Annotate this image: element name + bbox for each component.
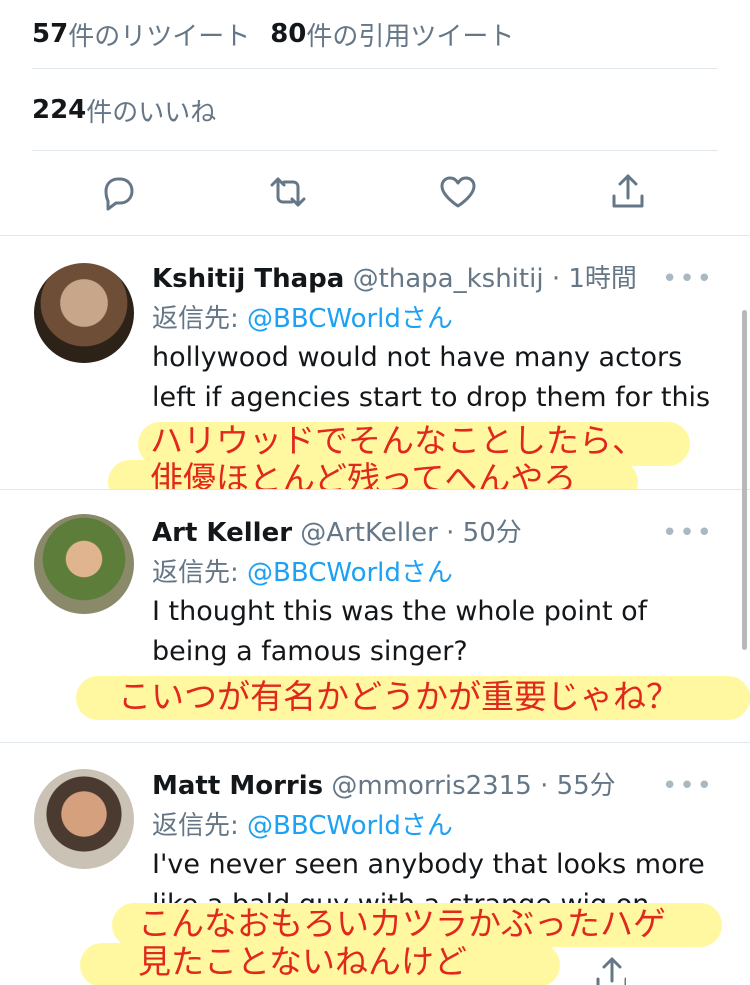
- tweet-time: · 1時間: [551, 264, 637, 294]
- tweet-action-bar: [0, 150, 750, 236]
- reply-mention-link[interactable]: @BBCWorldさん: [247, 558, 453, 588]
- retweets-count[interactable]: 57: [32, 19, 68, 49]
- reply-to-label: 返信先:: [152, 811, 248, 841]
- author-name[interactable]: Kshitij Thapa: [152, 264, 344, 294]
- author-handle[interactable]: @ArtKeller: [300, 518, 438, 548]
- reply-to-label: 返信先:: [152, 558, 248, 588]
- tweet-time: · 50分: [446, 518, 522, 548]
- tweet-text: hollywood would not have many actors lef…: [152, 342, 711, 413]
- tweet-text: I thought this was the whole point of be…: [152, 596, 648, 667]
- tweet-header: Kshitij Thapa @thapa_kshitij · 1時間: [152, 258, 637, 295]
- retweets-label[interactable]: 件のリツイート: [68, 16, 250, 53]
- tweet-header: Art Keller @ArtKeller · 50分: [152, 512, 522, 549]
- tweet-card[interactable]: Art Keller @ArtKeller · 50分 ••• 返信先: @BB…: [0, 490, 750, 743]
- reply-to-label: 返信先:: [152, 304, 248, 334]
- translation-overlay-line: ハリウッドでそんなことしたら、: [150, 421, 645, 460]
- tweet-time: · 55分: [540, 771, 616, 801]
- tweet-header: Matt Morris @mmorris2315 · 55分: [152, 765, 616, 802]
- likes-label[interactable]: 件のいいね: [86, 92, 216, 129]
- translation-overlay-line: こんなおもろいカツラかぶったハゲ: [138, 904, 666, 943]
- like-icon[interactable]: [438, 172, 478, 212]
- reply-mention-link[interactable]: @BBCWorldさん: [247, 304, 453, 334]
- likes-count[interactable]: 224: [32, 95, 86, 125]
- retweet-icon[interactable]: [268, 172, 308, 212]
- reply-icon[interactable]: [98, 172, 138, 212]
- avatar[interactable]: [34, 514, 134, 614]
- author-name[interactable]: Art Keller: [152, 518, 292, 548]
- translation-overlay-line: 俳優ほとんど残ってへんやろ: [150, 459, 577, 490]
- scrollbar[interactable]: [742, 310, 747, 650]
- translation-overlay-line: 見たことないねんけど: [138, 942, 468, 981]
- tweet-card[interactable]: Kshitij Thapa @thapa_kshitij · 1時間 ••• 返…: [0, 236, 750, 490]
- reply-mention-link[interactable]: @BBCWorldさん: [247, 811, 453, 841]
- reply-to-line: 返信先: @BBCWorldさん: [152, 805, 453, 842]
- more-options-icon[interactable]: •••: [662, 264, 714, 294]
- quotes-label[interactable]: 件の引用ツイート: [306, 16, 514, 53]
- share-icon[interactable]: [592, 955, 626, 985]
- more-options-icon[interactable]: •••: [662, 771, 714, 801]
- retweet-quote-stats: 57 件のリツイート 80 件の引用ツイート: [32, 0, 718, 69]
- translation-overlay-line: こいつが有名かどうかが重要じゃね？: [118, 677, 679, 716]
- author-handle[interactable]: @thapa_kshitij: [353, 264, 544, 294]
- tweet-card[interactable]: Matt Morris @mmorris2315 · 55分 ••• 返信先: …: [0, 743, 750, 985]
- likes-stats: 224 件のいいね: [32, 70, 718, 151]
- avatar[interactable]: [34, 769, 134, 869]
- author-handle[interactable]: @mmorris2315: [331, 771, 531, 801]
- reply-to-line: 返信先: @BBCWorldさん: [152, 298, 453, 335]
- quotes-count[interactable]: 80: [270, 19, 306, 49]
- reply-to-line: 返信先: @BBCWorldさん: [152, 552, 453, 589]
- share-icon[interactable]: [608, 172, 648, 212]
- author-name[interactable]: Matt Morris: [152, 771, 323, 801]
- avatar[interactable]: [34, 263, 134, 363]
- more-options-icon[interactable]: •••: [662, 518, 714, 548]
